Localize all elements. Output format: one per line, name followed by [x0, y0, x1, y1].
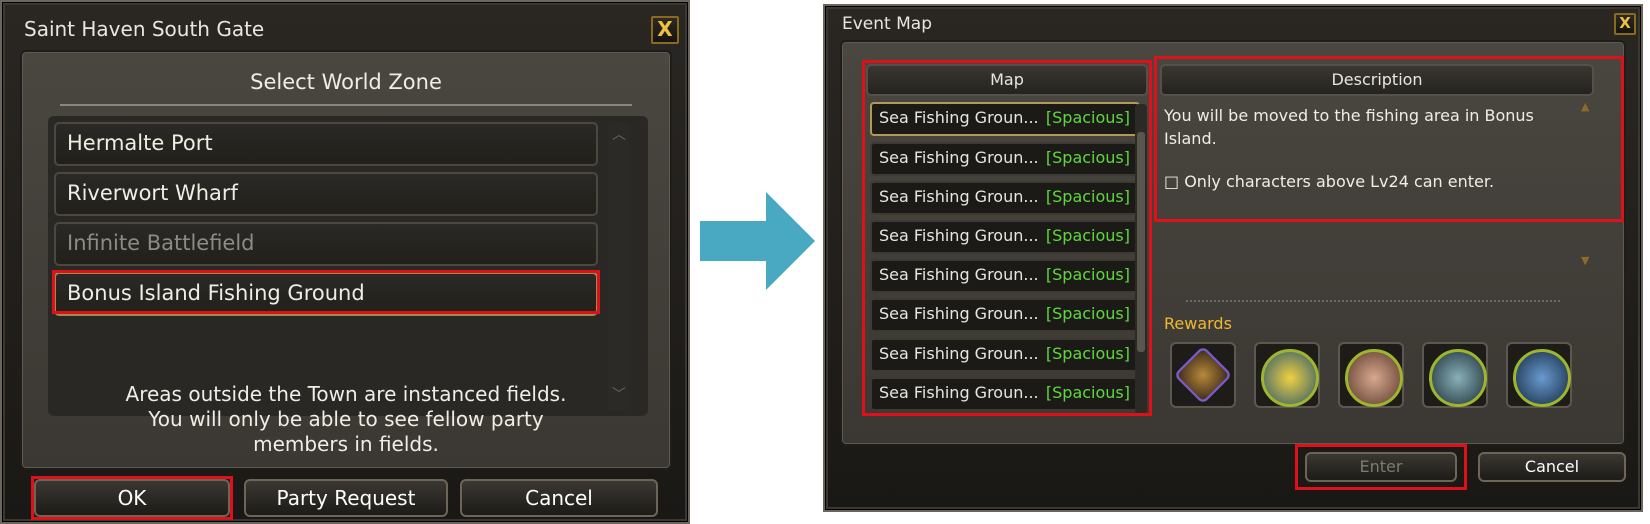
close-button[interactable]: X [1614, 13, 1636, 35]
cancel-button[interactable]: Cancel [1478, 452, 1626, 482]
panel-heading: Select World Zone [250, 70, 442, 94]
reward-slot[interactable] [1170, 342, 1236, 408]
scroll-up-icon[interactable]: ︿ [612, 124, 626, 144]
notice-line: You will only be able to see fellow part… [148, 407, 544, 431]
zone-list: Hermalte Port Riverwort Wharf Infinite B… [48, 116, 648, 416]
selection-highlight [52, 270, 600, 314]
reward-slot[interactable] [1254, 342, 1320, 408]
reward-slot[interactable] [1338, 342, 1404, 408]
heading-divider [60, 104, 632, 106]
notice-line: members in fields. [253, 432, 439, 456]
zone-select-dialog: Saint Haven South Gate X Select World Zo… [0, 0, 690, 524]
rewards-divider [1186, 300, 1560, 302]
party-request-button[interactable]: Party Request [244, 479, 448, 517]
event-map-dialog: Event Map X Map Sea Fishing Groun... [Spa… [823, 4, 1643, 512]
description-highlight [1154, 56, 1624, 222]
zone-list-scrollbar[interactable]: ︿ ﹀ [608, 122, 628, 410]
reward-slot[interactable] [1422, 342, 1488, 408]
enter-highlight [1295, 444, 1467, 490]
tropical-fish-icon [1261, 349, 1319, 407]
zone-item-riverwort-wharf[interactable]: Riverwort Wharf [54, 172, 598, 216]
zone-panel: Select World Zone Hermalte Port Riverwor… [20, 50, 672, 470]
notice-text: Areas outside the Town are instanced fie… [22, 382, 670, 457]
ok-highlight [31, 476, 233, 520]
reward-slot[interactable] [1506, 342, 1572, 408]
rewards-label: Rewards [1164, 314, 1232, 333]
dialog-title: Event Map [842, 14, 932, 34]
pouch-icon [1173, 345, 1233, 405]
event-map-panel: Map Sea Fishing Groun... [Spacious] Sea F… [840, 40, 1626, 446]
cancel-button[interactable]: Cancel [460, 479, 658, 517]
description-scroll-down-icon[interactable]: ▼ [1581, 254, 1589, 267]
octopus-icon [1345, 349, 1403, 407]
arrow-right-icon [700, 192, 815, 290]
zone-item-hermalte-port[interactable]: Hermalte Port [54, 122, 598, 166]
close-button[interactable]: X [651, 16, 679, 44]
dialog-title: Saint Haven South Gate [24, 17, 265, 41]
map-list-highlight [862, 60, 1152, 416]
catfish-icon [1513, 349, 1571, 407]
sea-turtle-icon [1429, 349, 1487, 407]
notice-line: Areas outside the Town are instanced fie… [125, 382, 567, 406]
zone-item-infinite-battlefield: Infinite Battlefield [54, 222, 598, 266]
